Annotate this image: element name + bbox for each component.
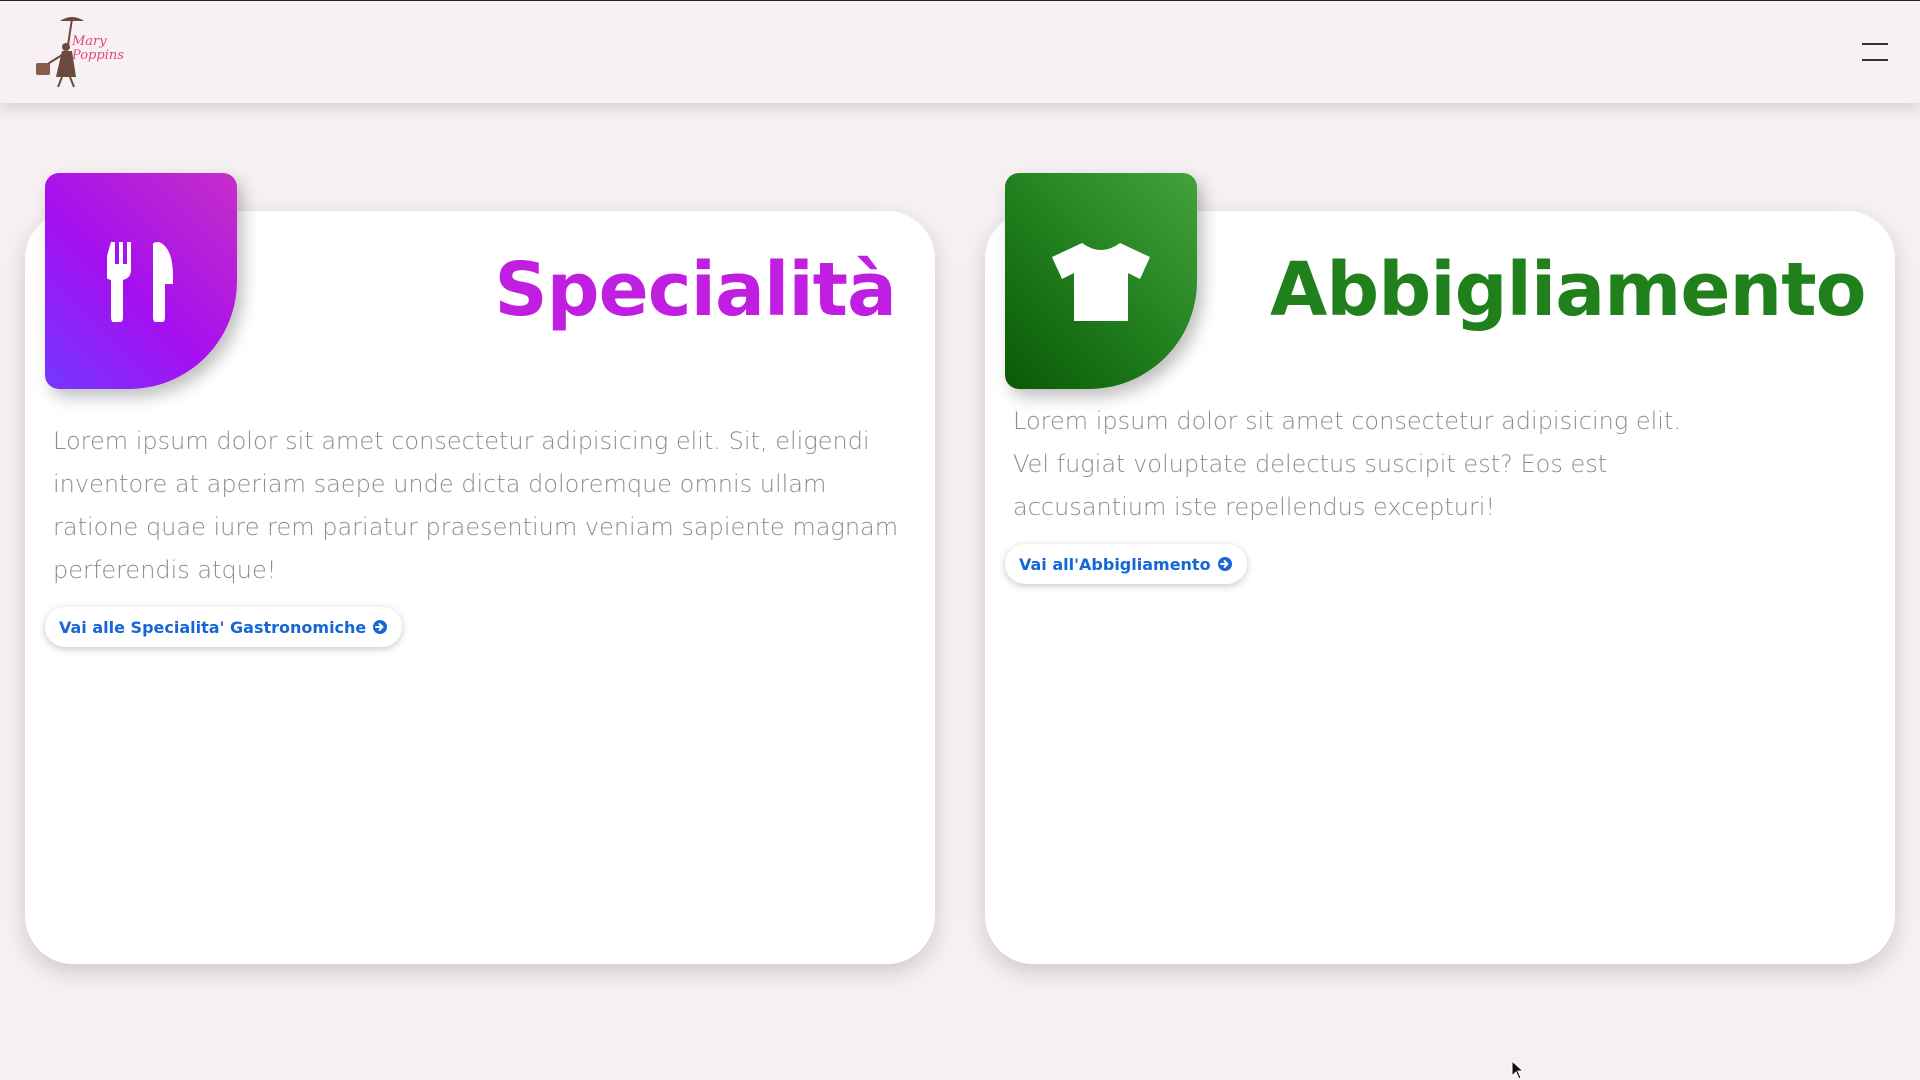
abbigliamento-link-button[interactable]: Vai all'Abbigliamento xyxy=(1005,544,1247,584)
specialita-link-button[interactable]: Vai alle Specialita' Gastronomiche xyxy=(45,607,403,647)
t-shirt-icon xyxy=(1052,243,1150,321)
mouse-cursor-icon xyxy=(1511,1060,1525,1080)
fork-knife-icon xyxy=(107,242,173,322)
logo-line-1: Mary xyxy=(72,34,107,49)
abbigliamento-description: Lorem ipsum dolor sit amet consectetur a… xyxy=(1013,407,1682,521)
logo-wordmark: Mary Poppins xyxy=(72,34,124,63)
top-navbar: Mary Poppins xyxy=(0,0,1920,103)
specialita-link-label: Vai alle Specialita' Gastronomiche xyxy=(59,617,367,637)
site-logo[interactable]: Mary Poppins xyxy=(32,15,124,89)
arrow-circle-right-icon xyxy=(373,620,388,634)
specialita-title: Specialità xyxy=(494,247,897,333)
arrow-circle-right-icon xyxy=(1217,557,1232,571)
abbigliamento-title: Abbigliamento xyxy=(1270,247,1866,333)
abbigliamento-link-label: Vai all'Abbigliamento xyxy=(1019,554,1211,574)
logo-line-2: Poppins xyxy=(72,48,124,63)
hamburger-menu-button[interactable] xyxy=(1862,39,1888,65)
specialita-description: Lorem ipsum dolor sit amet consectetur a… xyxy=(53,427,899,584)
